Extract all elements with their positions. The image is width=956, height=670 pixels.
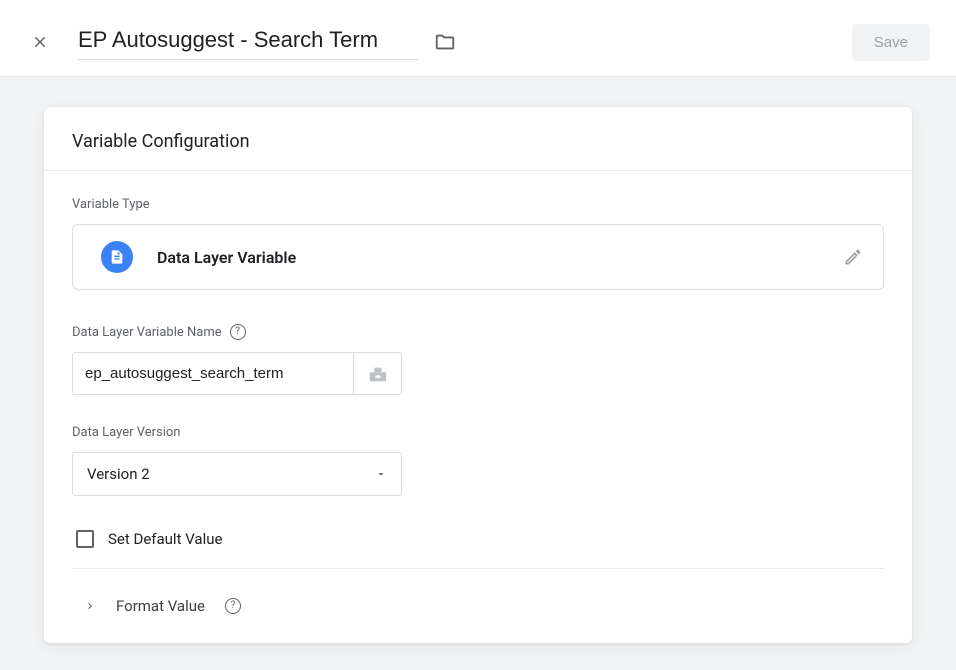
format-value-section[interactable]: Format Value ? bbox=[72, 579, 884, 633]
dlv-version-value: Version 2 bbox=[87, 465, 150, 483]
variable-type-selector[interactable]: Data Layer Variable bbox=[72, 224, 884, 290]
page-body: Variable Configuration Variable Type Dat… bbox=[0, 76, 956, 670]
dlv-version-select[interactable]: Version 2 bbox=[72, 452, 402, 496]
dropdown-icon bbox=[375, 468, 387, 480]
variable-name-input[interactable] bbox=[78, 25, 418, 60]
brick-icon bbox=[367, 365, 389, 383]
variable-config-card: Variable Configuration Variable Type Dat… bbox=[44, 107, 912, 643]
save-button[interactable]: Save bbox=[852, 24, 930, 61]
card-title: Variable Configuration bbox=[44, 107, 912, 171]
data-layer-variable-icon bbox=[101, 241, 133, 273]
close-icon[interactable] bbox=[26, 28, 54, 56]
format-value-label: Format Value bbox=[116, 597, 205, 615]
dlv-version-label: Data Layer Version bbox=[72, 425, 884, 440]
insert-variable-button[interactable] bbox=[354, 352, 402, 395]
set-default-checkbox[interactable] bbox=[76, 530, 94, 548]
set-default-label: Set Default Value bbox=[108, 530, 222, 548]
variable-type-label: Variable Type bbox=[72, 197, 884, 212]
pencil-icon bbox=[843, 247, 863, 267]
help-icon[interactable]: ? bbox=[225, 598, 241, 614]
variable-type-name: Data Layer Variable bbox=[157, 248, 296, 267]
chevron-right-icon bbox=[84, 600, 96, 612]
help-icon[interactable]: ? bbox=[230, 324, 246, 340]
editor-header: Save bbox=[0, 0, 956, 64]
folder-icon[interactable] bbox=[432, 29, 458, 55]
dlv-name-input[interactable] bbox=[72, 352, 354, 395]
dlv-name-label-text: Data Layer Variable Name bbox=[72, 325, 222, 340]
dlv-name-label: Data Layer Variable Name ? bbox=[72, 324, 884, 340]
set-default-value-row[interactable]: Set Default Value bbox=[72, 526, 884, 569]
